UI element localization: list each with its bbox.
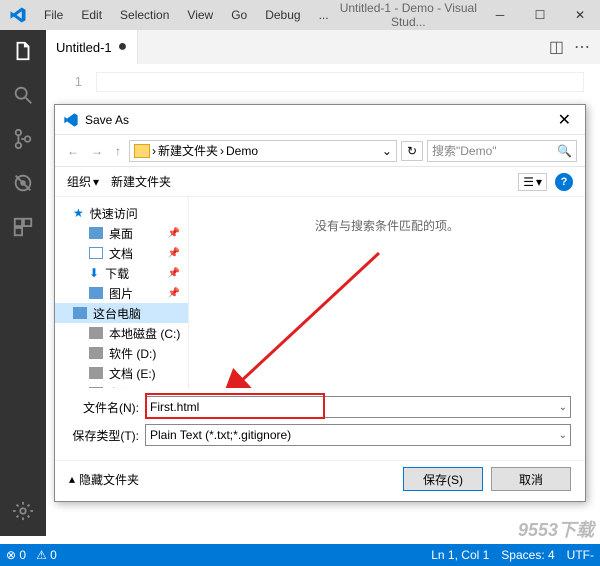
save-button[interactable]: 保存(S) [403, 467, 483, 491]
search-icon: 🔍 [557, 144, 572, 158]
file-list[interactable]: 没有与搜索条件匹配的项。 [189, 197, 585, 388]
save-as-dialog: Save As ✕ ← → ↑ › 新建文件夹 › Demo ⌄ ↻ 搜索"De… [54, 104, 586, 502]
dialog-footer: ▴隐藏文件夹 保存(S) 取消 [55, 460, 585, 501]
folder-icon [134, 144, 150, 158]
empty-message: 没有与搜索条件匹配的项。 [315, 219, 459, 233]
menu-selection[interactable]: Selection [112, 4, 177, 26]
path-seg-2[interactable]: Demo [226, 144, 258, 158]
cancel-button[interactable]: 取消 [491, 467, 571, 491]
menu-more[interactable]: ... [311, 4, 337, 26]
dialog-titlebar: Save As ✕ [55, 105, 585, 135]
editor-content[interactable] [96, 72, 584, 92]
menu-bar: File Edit Selection View Go Debug ... [36, 4, 337, 26]
status-encoding[interactable]: UTF- [567, 548, 594, 562]
view-mode-button[interactable]: ☰ ▾ [518, 173, 547, 191]
tab-untitled[interactable]: Untitled-1 ● [46, 30, 138, 64]
sidebar-downloads[interactable]: ⬇下载📌 [55, 263, 188, 283]
search-box[interactable]: 搜索"Demo" 🔍 [427, 140, 577, 162]
settings-icon[interactable] [10, 498, 36, 524]
filetype-field[interactable]: Plain Text (*.txt;*.gitignore) ⌄ [145, 424, 571, 446]
dialog-logo-icon [63, 112, 79, 128]
status-errors[interactable]: ⊗ 0 [6, 548, 26, 562]
nav-back-icon[interactable]: ← [63, 144, 83, 158]
nav-up-icon[interactable]: ↑ [111, 144, 125, 158]
sidebar-disk-d[interactable]: 软件 (D:) [55, 343, 188, 363]
address-bar[interactable]: › 新建文件夹 › Demo ⌄ [129, 140, 397, 162]
newfolder-button[interactable]: 新建文件夹 [111, 173, 171, 190]
sidebar-desktop[interactable]: 桌面📌 [55, 223, 188, 243]
filename-field[interactable]: ⌄ [145, 396, 571, 418]
filename-label: 文件名(N): [69, 399, 139, 416]
tab-bar: Untitled-1 ● ◫ ⋯ [46, 30, 600, 64]
activity-bar [0, 30, 46, 536]
search-icon[interactable] [10, 82, 36, 108]
menu-view[interactable]: View [179, 4, 221, 26]
nav-forward-icon[interactable]: → [87, 144, 107, 158]
window-title: Untitled-1 - Demo - Visual Stud... [337, 1, 480, 29]
source-control-icon[interactable] [10, 126, 36, 152]
menu-debug[interactable]: Debug [257, 4, 308, 26]
sidebar-documents[interactable]: 文档📌 [55, 243, 188, 263]
search-placeholder: 搜索"Demo" [432, 142, 497, 159]
line-number: 1 [46, 64, 96, 104]
organize-dropdown[interactable]: 组织 ▾ [67, 173, 99, 190]
dialog-toolbar: 组织 ▾ 新建文件夹 ☰ ▾ ? [55, 167, 585, 197]
debug-icon[interactable] [10, 170, 36, 196]
menu-go[interactable]: Go [223, 4, 255, 26]
dialog-sidebar: ★快速访问 桌面📌 文档📌 ⬇下载📌 图片📌 这台电脑 本地磁盘 (C:) 软件… [55, 197, 189, 388]
minimize-button[interactable]: ─ [480, 0, 520, 30]
menu-file[interactable]: File [36, 4, 71, 26]
sidebar-pictures[interactable]: 图片📌 [55, 283, 188, 303]
status-spaces[interactable]: Spaces: 4 [501, 548, 554, 562]
status-bar: ⊗ 0 ⚠ 0 Ln 1, Col 1 Spaces: 4 UTF- [0, 544, 600, 566]
vscode-logo-icon [6, 3, 30, 27]
sidebar-quick-access[interactable]: ★快速访问 [55, 203, 188, 223]
close-window-button[interactable]: ✕ [560, 0, 600, 30]
help-icon[interactable]: ? [555, 173, 573, 191]
sidebar-this-pc[interactable]: 这台电脑 [55, 303, 188, 323]
more-actions-icon[interactable]: ⋯ [574, 37, 590, 57]
annotation-arrow [219, 243, 399, 388]
filetype-value: Plain Text (*.txt;*.gitignore) [150, 428, 291, 442]
dialog-bottom: 文件名(N): ⌄ 保存类型(T): Plain Text (*.txt;*.g… [55, 388, 585, 456]
tab-label: Untitled-1 [56, 40, 112, 55]
filetype-label: 保存类型(T): [69, 427, 139, 444]
status-lncol[interactable]: Ln 1, Col 1 [431, 548, 489, 562]
extensions-icon[interactable] [10, 214, 36, 240]
tab-dirty-icon: ● [118, 39, 128, 55]
dialog-close-button[interactable]: ✕ [552, 110, 577, 130]
dialog-nav: ← → ↑ › 新建文件夹 › Demo ⌄ ↻ 搜索"Demo" 🔍 [55, 135, 585, 167]
refresh-icon[interactable]: ↻ [401, 141, 423, 161]
sidebar-disk-e[interactable]: 文档 (E:) [55, 363, 188, 383]
titlebar: File Edit Selection View Go Debug ... Un… [0, 0, 600, 30]
maximize-button[interactable]: ☐ [520, 0, 560, 30]
filename-input[interactable] [150, 400, 566, 414]
path-seg-1[interactable]: 新建文件夹 [158, 142, 218, 159]
status-warnings[interactable]: ⚠ 0 [36, 548, 57, 562]
explorer-icon[interactable] [10, 38, 36, 64]
dialog-title: Save As [85, 113, 129, 127]
sidebar-disk-c[interactable]: 本地磁盘 (C:) [55, 323, 188, 343]
hide-folders-toggle[interactable]: ▴隐藏文件夹 [69, 471, 139, 488]
split-editor-icon[interactable]: ◫ [549, 37, 564, 57]
menu-edit[interactable]: Edit [73, 4, 110, 26]
